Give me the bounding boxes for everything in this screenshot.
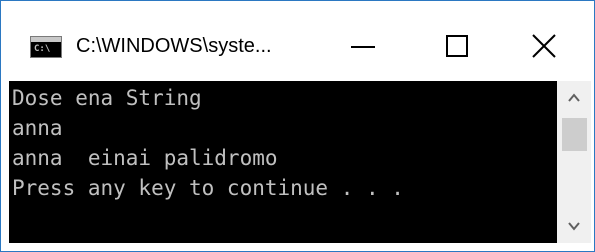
close-button[interactable] xyxy=(521,23,567,69)
chevron-up-icon xyxy=(568,93,580,102)
close-icon xyxy=(532,34,556,58)
window-title: C:\WINDOWS\syste... xyxy=(76,35,272,57)
console-output[interactable]: Dose ena String anna anna einai palidrom… xyxy=(9,81,557,243)
console-line: anna einai palidromo xyxy=(12,146,278,170)
chevron-down-icon xyxy=(568,222,580,231)
console-line: Press any key to continue . . . xyxy=(12,176,404,200)
minimize-button[interactable] xyxy=(341,23,387,69)
console-window: C:\ C:\WINDOWS\syste... Dose ena String … xyxy=(0,0,595,252)
scroll-up-button[interactable] xyxy=(557,81,591,115)
app-icon-label: C:\ xyxy=(34,44,51,54)
console-line: anna xyxy=(12,116,63,140)
console-line: Dose ena String xyxy=(12,86,202,110)
scrollbar-thumb[interactable] xyxy=(562,118,587,151)
minimize-icon xyxy=(351,46,375,48)
console-app-icon[interactable]: C:\ xyxy=(30,36,62,58)
maximize-icon xyxy=(446,35,468,57)
scroll-down-button[interactable] xyxy=(557,209,591,243)
vertical-scrollbar[interactable] xyxy=(557,81,591,243)
maximize-button[interactable] xyxy=(433,23,479,69)
title-bar[interactable]: C:\ C:\WINDOWS\syste... xyxy=(1,1,594,79)
